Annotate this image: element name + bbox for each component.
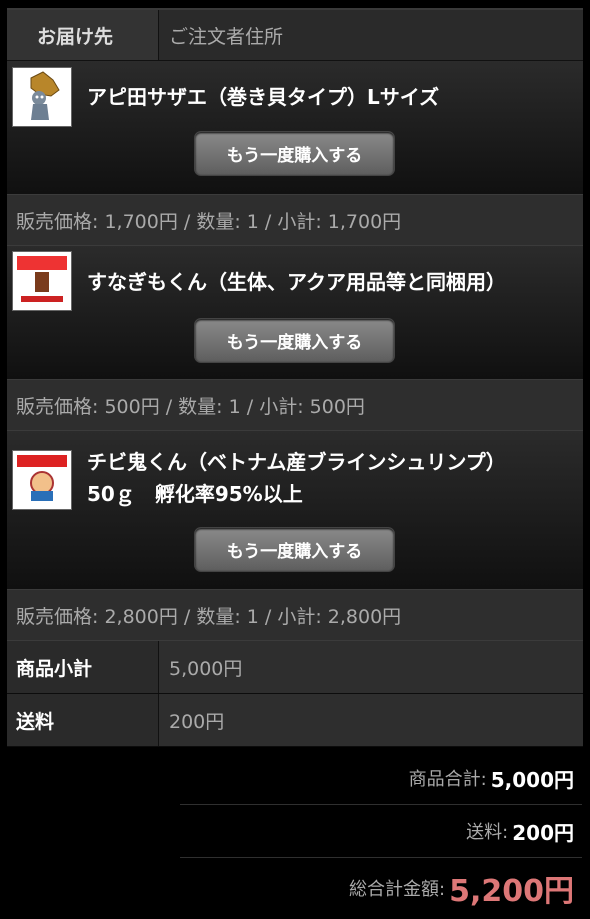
goods-total-value: 5,000円: [490, 767, 574, 792]
shipping-row: 送料 200円: [7, 694, 583, 747]
product-thumbnail[interactable]: [12, 67, 72, 127]
price-line: 販売価格: 1,700円 / 数量: 1 / 小計: 1,700円: [7, 195, 583, 246]
price-line: 販売価格: 2,800円 / 数量: 1 / 小計: 2,800円: [7, 590, 583, 641]
totals-panel: 商品合計: 5,000円 送料: 200円 総合計金額: 5,200円: [180, 752, 582, 918]
subtotal-row: 商品小計 5,000円: [7, 641, 583, 694]
rebuy-button[interactable]: もう一度購入する: [194, 527, 395, 572]
product-thumbnail[interactable]: [12, 450, 72, 510]
product-item: すなぎもくん（生体、アクア用品等と同梱用） もう一度購入する: [7, 246, 583, 380]
delivery-value: ご注文者住所: [169, 25, 284, 48]
goods-total-line: 商品合計: 5,000円: [180, 752, 582, 805]
grand-total-value: 5,200円: [449, 874, 574, 909]
delivery-row: お届け先 ご注文者住所: [7, 10, 583, 61]
rebuy-button[interactable]: もう一度購入する: [194, 131, 395, 176]
shipping-total-line: 送料: 200円: [180, 805, 582, 858]
shipping-total-label: 送料:: [466, 822, 509, 843]
product-item: チビ鬼くん（ベトナム産ブラインシュリンプ） 50ｇ 孵化率95%以上 もう一度購…: [7, 431, 583, 590]
goods-total-label: 商品合計:: [408, 769, 487, 790]
shipping-value: 200円: [159, 694, 583, 746]
subtotal-label: 商品小計: [7, 641, 159, 693]
delivery-label: お届け先: [7, 10, 159, 60]
rebuy-button[interactable]: もう一度購入する: [194, 318, 395, 363]
shipping-total-value: 200円: [512, 820, 574, 845]
subtotal-value: 5,000円: [159, 641, 583, 693]
product-name[interactable]: アピ田サザエ（巻き貝タイプ）Lサイズ: [87, 81, 573, 113]
product-thumbnail[interactable]: [12, 251, 72, 311]
product-name[interactable]: チビ鬼くん（ベトナム産ブラインシュリンプ） 50ｇ 孵化率95%以上: [87, 446, 573, 510]
product-item: アピ田サザエ（巻き貝タイプ）Lサイズ もう一度購入する: [7, 61, 583, 195]
grand-total-label: 総合計金額:: [349, 879, 446, 900]
order-detail: お届け先 ご注文者住所 アピ田サザエ（巻き貝タイプ）Lサイズ もう一度購入する …: [7, 8, 583, 747]
shipping-label: 送料: [7, 694, 159, 746]
price-line: 販売価格: 500円 / 数量: 1 / 小計: 500円: [7, 380, 583, 431]
grand-total-line: 総合計金額: 5,200円: [180, 858, 582, 918]
product-name[interactable]: すなぎもくん（生体、アクア用品等と同梱用）: [87, 266, 573, 298]
